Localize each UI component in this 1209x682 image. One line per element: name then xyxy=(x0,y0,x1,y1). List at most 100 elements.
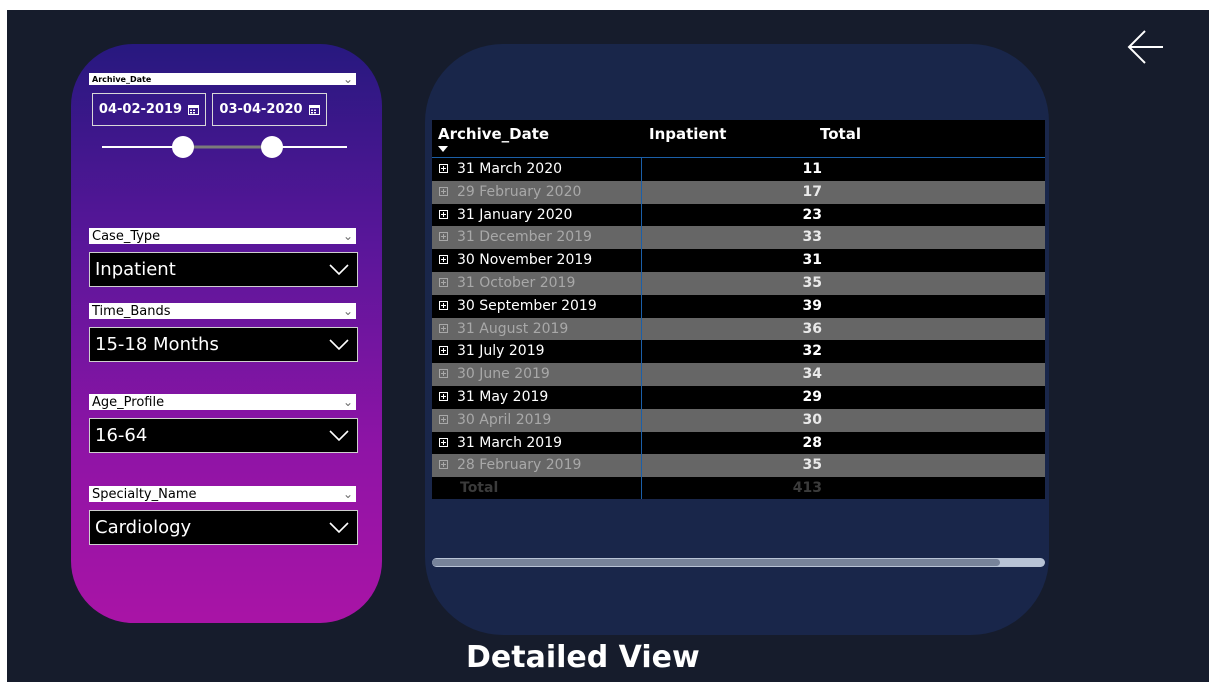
table-row[interactable]: 31 May 2019 29 xyxy=(432,385,1045,409)
inpatient-cell: 34 xyxy=(802,366,822,383)
archive-date-slicer-header[interactable]: Archive_Date ⌄ xyxy=(89,73,356,85)
slider-handle-end[interactable] xyxy=(261,136,283,158)
table-total-row: Total 413 xyxy=(432,477,1045,500)
inpatient-cell: 28 xyxy=(802,434,822,451)
scrollbar-thumb[interactable] xyxy=(432,559,1000,566)
column-header-total[interactable]: Total xyxy=(820,125,861,143)
time-bands-value: 15-18 Months xyxy=(95,334,219,355)
date-cell: 28 February 2019 xyxy=(457,457,582,474)
expand-icon[interactable] xyxy=(439,391,448,401)
inpatient-cell: 29 xyxy=(802,388,822,405)
date-cell: 31 December 2019 xyxy=(457,229,592,246)
column-divider xyxy=(641,158,642,181)
chevron-down-icon[interactable] xyxy=(329,521,349,534)
expand-icon[interactable] xyxy=(439,164,448,173)
expand-icon[interactable] xyxy=(439,186,448,196)
column-divider xyxy=(641,340,642,364)
age-profile-dropdown[interactable]: 16-64 xyxy=(89,418,358,453)
chevron-down-icon[interactable] xyxy=(329,338,349,351)
chevron-down-icon[interactable]: ⌄ xyxy=(343,305,353,317)
case-type-dropdown[interactable]: Inpatient xyxy=(89,252,358,287)
slider-handle-start[interactable] xyxy=(172,136,194,158)
expand-icon[interactable] xyxy=(439,414,448,424)
inpatient-cell: 30 xyxy=(802,411,822,428)
column-divider xyxy=(641,431,642,455)
chevron-down-icon[interactable]: ⌄ xyxy=(343,73,353,85)
table-row[interactable]: 28 February 2019 35 xyxy=(432,454,1045,478)
column-divider xyxy=(641,408,642,432)
calendar-icon[interactable] xyxy=(308,104,320,115)
date-cell: 31 March 2019 xyxy=(457,434,563,451)
expand-icon[interactable] xyxy=(439,277,448,287)
expand-icon[interactable] xyxy=(439,346,448,356)
chevron-down-icon[interactable]: ⌄ xyxy=(343,396,353,408)
end-date-value: 03-04-2020 xyxy=(219,102,303,117)
inpatient-cell: 11 xyxy=(802,161,822,177)
case-type-label: Case_Type xyxy=(92,228,161,244)
column-header-archive-date[interactable]: Archive_Date xyxy=(438,125,549,143)
column-divider xyxy=(641,203,642,227)
total-value: 413 xyxy=(792,480,822,497)
date-cell: 30 September 2019 xyxy=(457,297,597,314)
horizontal-scrollbar[interactable] xyxy=(432,558,1045,567)
inpatient-cell: 35 xyxy=(802,457,822,474)
column-divider xyxy=(641,294,642,318)
column-divider xyxy=(641,249,642,272)
column-header-inpatient[interactable]: Inpatient xyxy=(649,125,726,143)
inpatient-cell: 31 xyxy=(802,252,822,269)
inpatient-cell: 39 xyxy=(802,297,822,314)
chevron-down-icon[interactable] xyxy=(329,263,349,276)
column-divider xyxy=(641,226,642,250)
table-row[interactable]: 31 March 2019 28 xyxy=(432,431,1045,455)
expand-icon[interactable] xyxy=(439,323,448,333)
end-date-input[interactable]: 03-04-2020 xyxy=(212,93,327,126)
time-bands-dropdown[interactable]: 15-18 Months xyxy=(89,327,358,362)
table-row[interactable]: 30 April 2019 30 xyxy=(432,408,1045,432)
expand-icon[interactable] xyxy=(439,209,448,219)
inpatient-cell: 33 xyxy=(802,229,822,246)
table-body: 31 March 2020 11 29 February 2020 17 31 Janu… xyxy=(432,158,1045,478)
age-profile-slicer-header[interactable]: Age_Profile ⌄ xyxy=(89,394,356,410)
expand-icon[interactable] xyxy=(439,369,448,379)
table-row[interactable]: 31 March 2020 11 xyxy=(432,158,1045,181)
expand-icon[interactable] xyxy=(439,300,448,310)
archive-date-label: Archive_Date xyxy=(92,74,152,84)
table-row[interactable]: 31 January 2020 23 xyxy=(432,203,1045,227)
time-bands-slicer-header[interactable]: Time_Bands ⌄ xyxy=(89,303,356,319)
table-row[interactable]: 30 November 2019 31 xyxy=(432,249,1045,272)
chevron-down-icon[interactable]: ⌄ xyxy=(343,488,353,500)
chevron-down-icon[interactable] xyxy=(329,429,349,442)
inpatient-cell: 23 xyxy=(802,206,822,223)
table-row[interactable]: 30 June 2019 34 xyxy=(432,363,1045,386)
page-title: Detailed View xyxy=(466,640,700,675)
total-label: Total xyxy=(460,480,499,497)
specialty-name-dropdown[interactable]: Cardiology xyxy=(89,510,358,545)
expand-icon[interactable] xyxy=(439,232,448,242)
chevron-down-icon[interactable]: ⌄ xyxy=(343,230,353,242)
sort-descending-icon[interactable] xyxy=(438,146,448,152)
specialty-name-slicer-header[interactable]: Specialty_Name ⌄ xyxy=(89,486,356,502)
table-header: Archive_Date Inpatient Total xyxy=(432,120,1045,158)
table-row[interactable]: 31 August 2019 36 xyxy=(432,317,1045,341)
table-row[interactable]: 31 December 2019 33 xyxy=(432,226,1045,250)
inpatient-cell: 36 xyxy=(802,320,822,337)
table-row[interactable]: 31 July 2019 32 xyxy=(432,340,1045,364)
date-cell: 29 February 2020 xyxy=(457,183,582,200)
expand-icon[interactable] xyxy=(439,460,448,470)
date-range-slider[interactable] xyxy=(102,134,347,158)
age-profile-label: Age_Profile xyxy=(92,394,165,410)
specialty-name-label: Specialty_Name xyxy=(92,486,197,502)
table-row[interactable]: 30 September 2019 39 xyxy=(432,294,1045,318)
table-row[interactable]: 31 October 2019 35 xyxy=(432,271,1045,295)
expand-icon[interactable] xyxy=(439,437,448,447)
date-cell: 31 March 2020 xyxy=(457,161,563,177)
table-row[interactable]: 29 February 2020 17 xyxy=(432,180,1045,204)
expand-icon[interactable] xyxy=(439,255,448,265)
back-arrow-icon[interactable] xyxy=(1127,29,1165,65)
column-divider xyxy=(641,271,642,295)
case-type-slicer-header[interactable]: Case_Type ⌄ xyxy=(89,228,356,244)
age-profile-value: 16-64 xyxy=(95,425,148,446)
calendar-icon[interactable] xyxy=(188,104,200,115)
start-date-input[interactable]: 04-02-2019 xyxy=(92,93,206,126)
date-cell: 30 April 2019 xyxy=(457,411,552,428)
